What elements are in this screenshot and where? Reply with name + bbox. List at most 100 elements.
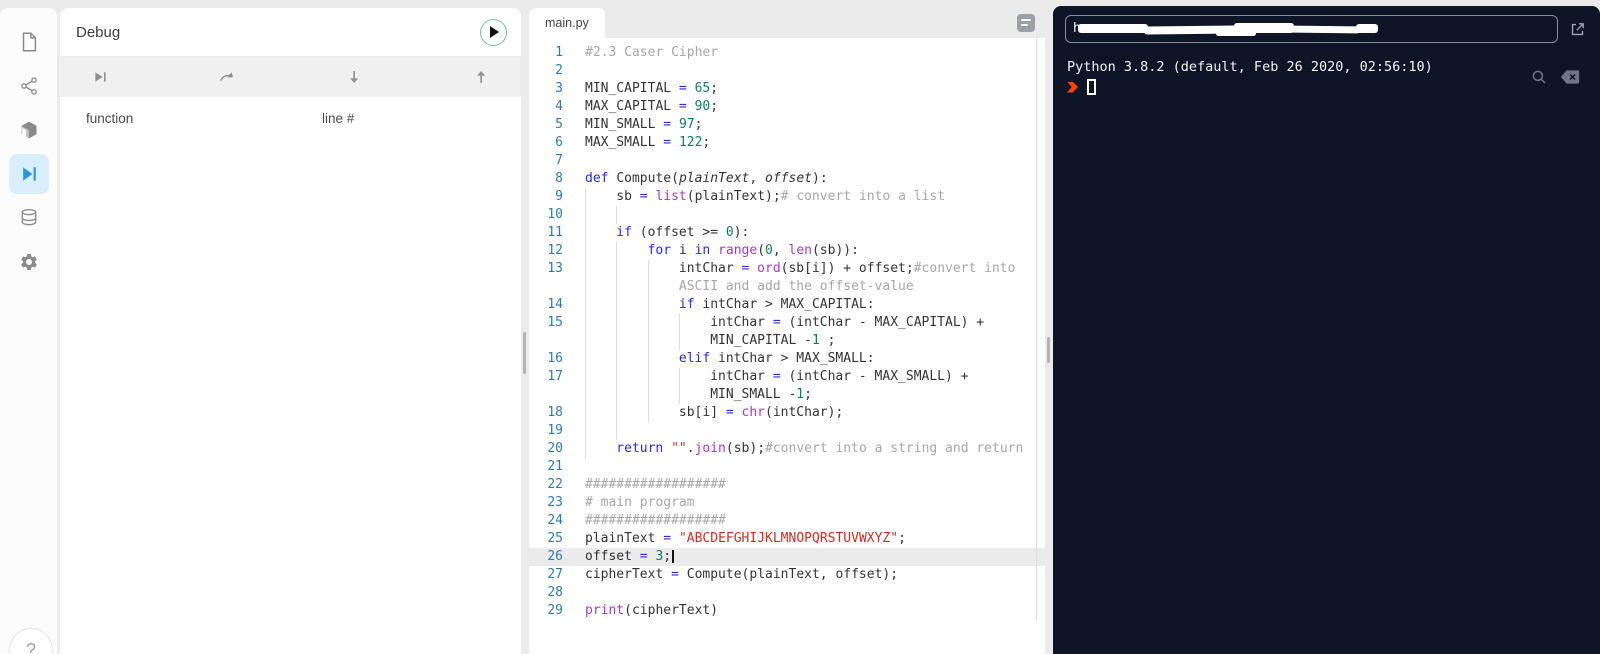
line-number: 17 bbox=[547, 369, 563, 384]
editor-menu-icon[interactable] bbox=[1017, 14, 1035, 32]
cube-icon bbox=[19, 120, 39, 140]
code-line[interactable]: 9 sb = list(plainText);# convert into a l… bbox=[529, 188, 1045, 206]
line-number: 5 bbox=[555, 117, 563, 132]
code-line[interactable]: 19 bbox=[529, 422, 1045, 440]
code-line[interactable]: 27 cipherText = Compute(plainText, offset… bbox=[529, 566, 1045, 584]
indent-guide bbox=[585, 188, 616, 206]
code-text: intChar = (intChar - MAX_SMALL) + bbox=[585, 368, 968, 386]
line-number: 28 bbox=[547, 585, 563, 600]
step-over-button[interactable] bbox=[213, 63, 241, 91]
indent-guide bbox=[678, 314, 710, 332]
code-line[interactable]: 12 for i in range(0, len(sb)): bbox=[529, 242, 1045, 260]
url-redaction bbox=[1356, 24, 1378, 33]
code-line-wrap[interactable]: MIN_CAPITAL -1 ; bbox=[529, 332, 1045, 350]
indent-guide bbox=[616, 350, 647, 368]
code-line[interactable]: 18 sb[i] = chr(intChar); bbox=[529, 404, 1045, 422]
code-text: if intChar > MAX_CAPITAL: bbox=[585, 296, 875, 314]
continue-to-breakpoint-button[interactable] bbox=[86, 63, 114, 91]
indent-guide bbox=[585, 422, 616, 440]
indent-guide bbox=[585, 314, 616, 332]
code-line[interactable]: 8 def Compute(plainText, offset): bbox=[529, 170, 1045, 188]
code-line[interactable]: 13 intChar = ord(sb[i]) + offset;#convert… bbox=[529, 260, 1045, 278]
console-tools bbox=[1530, 68, 1580, 86]
code-line[interactable]: 20 return "".join(sb);#convert into a str… bbox=[529, 440, 1045, 458]
sidebar-item-debugger[interactable] bbox=[8, 154, 49, 194]
code-line[interactable]: 6 MAX_SMALL = 122; bbox=[529, 134, 1045, 152]
code-line-wrap[interactable]: MIN_SMALL -1; bbox=[529, 386, 1045, 404]
indent-guide bbox=[585, 368, 616, 386]
code-line[interactable]: 5 MIN_SMALL = 97; bbox=[529, 116, 1045, 134]
clear-console-icon bbox=[1560, 70, 1580, 84]
code-line[interactable]: 28 bbox=[529, 584, 1045, 602]
code-line-wrap[interactable]: ASCII and add the offset-value bbox=[529, 278, 1045, 296]
code-line[interactable]: 3 MIN_CAPITAL = 65; bbox=[529, 80, 1045, 98]
code-line[interactable]: 7 bbox=[529, 152, 1045, 170]
line-number: 9 bbox=[555, 189, 563, 204]
indent-guide bbox=[585, 440, 616, 458]
database-icon bbox=[19, 208, 39, 228]
code-line[interactable]: 15 intChar = (intChar - MAX_CAPITAL) + bbox=[529, 314, 1045, 332]
sidebar-item-version-control[interactable] bbox=[9, 66, 49, 106]
code-line[interactable]: 4 MAX_CAPITAL = 90; bbox=[529, 98, 1045, 116]
code-line[interactable]: 16 elif intChar > MAX_SMALL: bbox=[529, 350, 1045, 368]
step-into-button[interactable] bbox=[340, 63, 368, 91]
repl-url-bar[interactable]: h bbox=[1065, 15, 1558, 43]
code-line[interactable]: 29 print(cipherText) bbox=[529, 602, 1045, 620]
line-number: 14 bbox=[547, 297, 563, 312]
step-out-button[interactable] bbox=[467, 63, 495, 91]
open-in-new-tab-button[interactable] bbox=[1564, 16, 1590, 42]
indent-guide bbox=[585, 386, 616, 404]
console-prompt-row bbox=[1067, 78, 1586, 96]
code-line[interactable]: 26 offset = 3; bbox=[529, 548, 1045, 566]
code-line[interactable]: 11 if (offset >= 0): bbox=[529, 224, 1045, 242]
indent-guide bbox=[647, 368, 679, 386]
orange-chevron-arrow-icon bbox=[1067, 81, 1078, 93]
code-line[interactable]: 1 #2.3 Caser Cipher bbox=[529, 44, 1045, 62]
sidebar-item-packages[interactable] bbox=[9, 110, 49, 150]
code-line[interactable]: 21 bbox=[529, 458, 1045, 476]
indent-guide bbox=[616, 422, 647, 440]
code-text: return "".join(sb);#convert into a strin… bbox=[585, 440, 1023, 458]
sidebar-item-settings[interactable] bbox=[9, 242, 49, 282]
indent-guide bbox=[585, 224, 616, 242]
code-text: MIN_SMALL -1; bbox=[585, 386, 812, 404]
code-line[interactable]: 17 intChar = (intChar - MAX_SMALL) + bbox=[529, 368, 1045, 386]
code-line[interactable]: 24 ################## bbox=[529, 512, 1045, 530]
code-text: MIN_SMALL = 97; bbox=[585, 117, 703, 132]
code-line[interactable]: 22 ################## bbox=[529, 476, 1045, 494]
indent-guide bbox=[585, 296, 616, 314]
code-text: intChar = (intChar - MAX_CAPITAL) + bbox=[585, 314, 984, 332]
line-number: 13 bbox=[547, 261, 563, 276]
search-button[interactable] bbox=[1530, 68, 1548, 86]
code-line[interactable]: 14 if intChar > MAX_CAPITAL: bbox=[529, 296, 1045, 314]
sidebar-item-database[interactable] bbox=[9, 198, 49, 238]
line-number: 24 bbox=[547, 513, 563, 528]
indent-guide bbox=[647, 296, 679, 314]
indent-guide bbox=[647, 332, 679, 350]
code-line[interactable]: 23 # main program bbox=[529, 494, 1045, 512]
code-text: sb = list(plainText);# convert into a li… bbox=[585, 188, 945, 206]
code-line[interactable]: 25 plainText = "ABCDEFGHIJKLMNOPQRSTUVWXY… bbox=[529, 530, 1045, 548]
code-editor[interactable]: 1 #2.3 Caser Cipher 2 3 MIN_CAPITAL = 65; 4 MA… bbox=[529, 38, 1045, 620]
indent-guide bbox=[616, 206, 647, 224]
line-number: 7 bbox=[555, 153, 563, 168]
debug-run-button[interactable] bbox=[480, 18, 507, 46]
play-icon bbox=[490, 26, 499, 38]
code-text: intChar = ord(sb[i]) + offset;#convert i… bbox=[585, 260, 1015, 278]
indent-guide bbox=[585, 278, 616, 296]
tab-main-py[interactable]: main.py bbox=[529, 8, 605, 38]
sidebar-item-files[interactable] bbox=[9, 22, 49, 62]
code-text: ################## bbox=[585, 513, 726, 528]
editor-scrollbar[interactable] bbox=[1036, 38, 1037, 620]
url-redaction bbox=[1216, 31, 1256, 36]
indent-guide bbox=[585, 350, 616, 368]
code-text: MAX_SMALL = 122; bbox=[585, 135, 711, 150]
code-line[interactable]: 10 bbox=[529, 206, 1045, 224]
panel-resize-handle-left[interactable] bbox=[523, 332, 526, 374]
clear-console-button[interactable] bbox=[1560, 69, 1580, 85]
code-line[interactable]: 2 bbox=[529, 62, 1045, 80]
gear-icon bbox=[19, 252, 39, 272]
console-output[interactable]: Python 3.8.2 (default, Feb 26 2020, 02:5… bbox=[1053, 43, 1600, 96]
line-number: 2 bbox=[555, 63, 563, 78]
panel-resize-handle-right[interactable] bbox=[1047, 337, 1050, 363]
